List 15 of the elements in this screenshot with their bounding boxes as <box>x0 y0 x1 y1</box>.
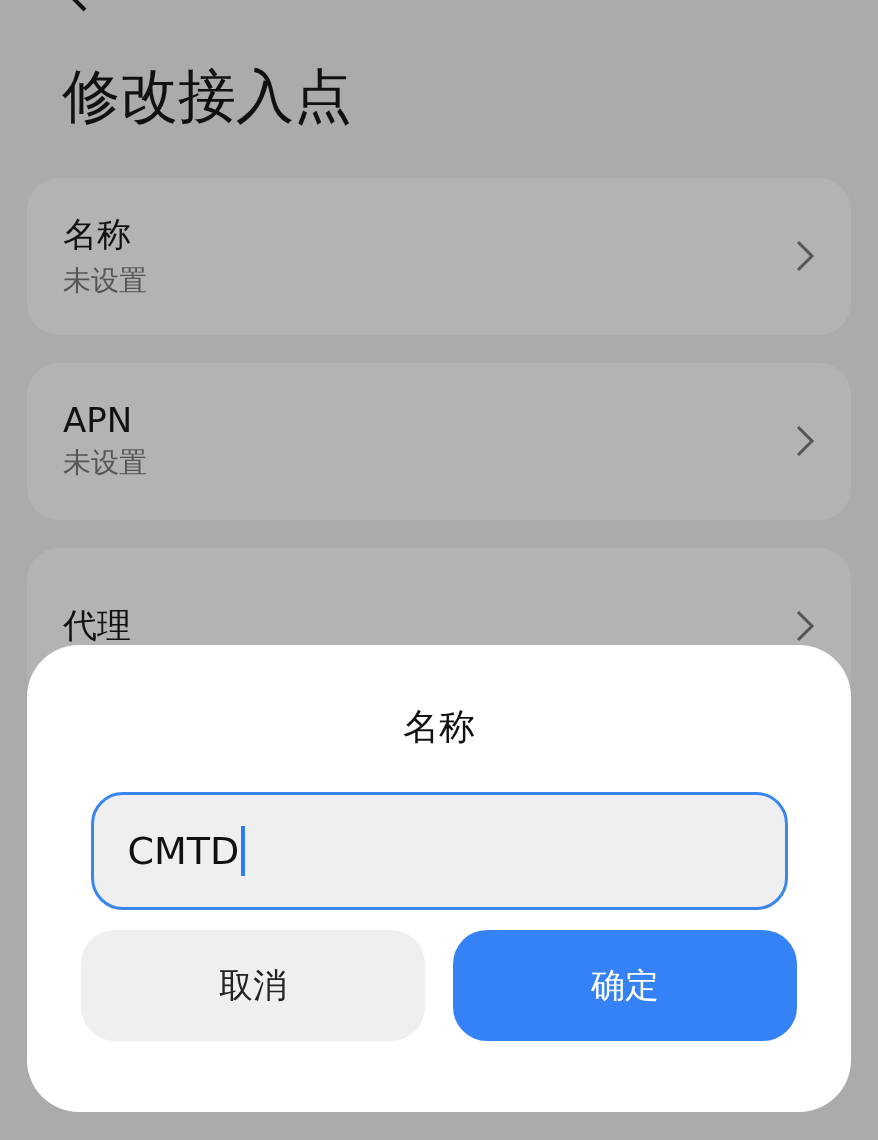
setting-value: 未设置 <box>63 263 148 300</box>
chevron-right-icon <box>795 609 815 644</box>
setting-label: 名称 <box>63 213 132 257</box>
setting-value: 未设置 <box>63 445 148 482</box>
chevron-right-icon <box>795 239 815 274</box>
setting-item[interactable]: 名称 未设置 <box>27 177 851 335</box>
chevron-right-icon <box>795 424 815 459</box>
page-title: 修改接入点 <box>62 62 353 132</box>
confirm-button[interactable]: 确定 <box>453 930 797 1041</box>
dialog-title: 名称 <box>403 705 475 749</box>
cancel-button[interactable]: 取消 <box>81 930 425 1041</box>
setting-item[interactable]: APN 未设置 <box>27 362 851 520</box>
name-input-field[interactable]: CMTD <box>90 792 788 910</box>
setting-label: 代理 <box>63 604 132 648</box>
setting-label: APN <box>63 400 134 441</box>
